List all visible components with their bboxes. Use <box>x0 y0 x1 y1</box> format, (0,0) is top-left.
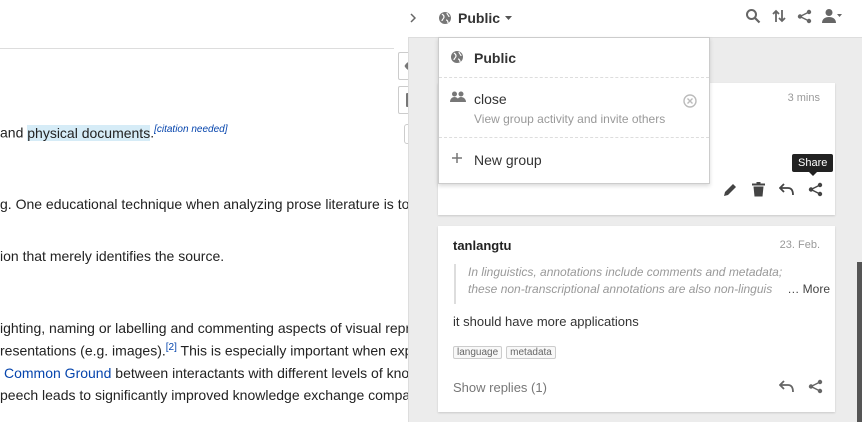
group-option-public[interactable]: Public <box>439 38 709 77</box>
chevron-right-icon <box>410 13 416 23</box>
group-selector-label: Public <box>458 10 501 26</box>
group-option-label: close <box>474 91 507 107</box>
delete-button[interactable] <box>752 182 765 197</box>
group-icon <box>450 91 466 103</box>
article-content: and physical documents.[citation needed]… <box>0 0 408 422</box>
user-menu-button[interactable] <box>822 8 842 24</box>
article-line: resentations (e.g. images).[2] This is e… <box>0 342 408 359</box>
reply-icon <box>779 380 794 393</box>
caret-down-icon <box>505 16 513 20</box>
group-option-close[interactable]: close View group activity and invite oth… <box>439 78 709 136</box>
leave-group-button[interactable] <box>683 94 697 108</box>
tag-metadata[interactable]: metadata <box>506 346 556 359</box>
close-circle-icon <box>683 94 697 108</box>
article-line: and physical documents.[citation needed] <box>0 124 227 141</box>
common-ground-link[interactable]: Common Ground <box>0 365 111 381</box>
article-line: ighting, naming or labelling and comment… <box>0 320 408 336</box>
group-dropdown-menu: Public close View group activity and inv… <box>438 37 710 184</box>
more-link[interactable]: … More <box>785 281 830 298</box>
tag-language[interactable]: language <box>453 346 503 359</box>
annotation-body: it should have more applications <box>453 314 639 329</box>
quote-line: In linguistics, annotations include comm… <box>468 265 783 279</box>
group-selector[interactable]: Public <box>438 10 513 26</box>
share-button[interactable] <box>808 379 823 394</box>
article-line: g. One educational technique when analyz… <box>0 196 408 212</box>
share-icon[interactable] <box>797 9 812 24</box>
annotation-tags: language metadata <box>453 342 560 360</box>
article-text: This is especially important when expe <box>176 342 409 359</box>
share-button[interactable] <box>808 182 823 197</box>
trash-icon <box>752 182 765 197</box>
article-line: peech leads to significantly improved kn… <box>0 387 408 403</box>
search-icon[interactable] <box>745 8 761 24</box>
annotation-actions <box>779 379 823 394</box>
new-group-button[interactable]: New group <box>439 138 709 182</box>
highlighted-annotation[interactable]: physical documents <box>27 124 151 141</box>
article-text: and <box>0 124 28 141</box>
quote-line: these non-transcriptional annotations ar… <box>468 281 830 298</box>
sort-icon[interactable] <box>771 8 787 24</box>
reference-link[interactable]: [2] <box>166 342 177 353</box>
annotation-timestamp[interactable]: 3 mins <box>788 92 820 104</box>
plus-icon <box>452 153 462 163</box>
annotation-quote: In linguistics, annotations include comm… <box>454 264 830 304</box>
share-icon <box>808 379 823 394</box>
article-divider <box>0 48 394 49</box>
article-text: resentations (e.g. images). <box>0 342 166 359</box>
globe-icon <box>450 50 464 64</box>
top-bar-actions <box>745 8 842 24</box>
reply-button[interactable] <box>779 183 794 196</box>
user-icon <box>822 8 842 24</box>
article-text: between interactants with different leve… <box>111 365 408 381</box>
article-line: Common Ground between interactants with … <box>0 365 408 381</box>
share-tooltip: Share <box>792 154 834 176</box>
reply-icon <box>779 183 794 196</box>
edit-button[interactable] <box>723 182 738 197</box>
annotation-actions <box>723 182 823 197</box>
article-line: ion that merely identifies the source. <box>0 248 225 264</box>
show-replies-link[interactable]: Show replies (1) <box>453 380 547 395</box>
group-option-description: View group activity and invite others <box>474 112 666 126</box>
reply-button[interactable] <box>779 380 794 393</box>
pencil-icon <box>723 182 738 197</box>
quote-text: these non-transcriptional annotations ar… <box>468 282 773 296</box>
annotation-username[interactable]: tanlangtu <box>453 238 512 253</box>
globe-icon <box>438 11 452 25</box>
annotation-timestamp[interactable]: 23. Feb. <box>780 239 820 251</box>
citation-needed-link[interactable]: [citation needed] <box>154 124 227 135</box>
group-option-label: Public <box>474 50 517 66</box>
sidebar-top-bar: Public <box>408 0 862 38</box>
collapse-sidebar-button[interactable] <box>410 13 416 23</box>
sidebar-scrollbar[interactable] <box>857 262 862 422</box>
new-group-label: New group <box>474 152 542 168</box>
annotation-card[interactable]: tanlangtu 23. Feb. In linguistics, annot… <box>438 226 835 412</box>
share-icon <box>808 182 823 197</box>
